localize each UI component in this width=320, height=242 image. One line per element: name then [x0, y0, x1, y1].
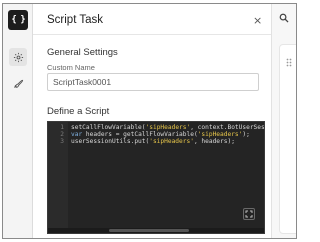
code-token: , headers);: [193, 138, 235, 145]
script-editor[interactable]: 1 setCallFlowVariable('sipHeaders', conte…: [47, 121, 265, 234]
scrollbar-thumb[interactable]: [109, 229, 189, 232]
general-settings-title: General Settings: [47, 47, 118, 58]
app-window: { } Script Task × General Settings Custo…: [2, 3, 297, 239]
header-divider: [33, 34, 271, 35]
canvas-area: [271, 4, 296, 238]
canvas-node-card: [279, 44, 296, 234]
panel-title: Script Task: [47, 14, 104, 26]
app-logo: { }: [8, 10, 28, 30]
code-text: userSessionUtils.put('sipHeaders', heade…: [71, 138, 235, 145]
line-number: 2: [60, 131, 64, 138]
close-icon[interactable]: ×: [253, 14, 262, 27]
define-script-title: Define a Script: [47, 106, 110, 117]
expand-editor-button[interactable]: [243, 208, 255, 220]
code-lines: 1 setCallFlowVariable('sipHeaders', conte…: [48, 124, 264, 145]
script-task-panel: Script Task × General Settings Custom Na…: [33, 4, 271, 238]
custom-name-label: Custom Name: [47, 63, 95, 72]
gear-icon: [13, 52, 23, 62]
rocket-rail-button[interactable]: [9, 74, 27, 92]
code-token: userSessionUtils.put(: [71, 138, 150, 145]
code-token: );: [242, 131, 250, 138]
drag-handle-icon[interactable]: [286, 58, 292, 67]
code-text: var headers = getCallFlowVariable('sipHe…: [71, 131, 250, 138]
code-token: setCallFlowVariable(: [71, 124, 146, 131]
expand-icon: [245, 210, 253, 218]
code-line: 2 var headers = getCallFlowVariable('sipH…: [48, 131, 264, 138]
settings-rail-button[interactable]: [9, 48, 27, 66]
editor-scrollbar[interactable]: [48, 228, 264, 233]
line-number: 1: [60, 124, 64, 131]
line-number: 3: [60, 138, 64, 145]
code-token: headers = getCallFlowVariable(: [82, 131, 198, 138]
code-line: 3 userSessionUtils.put('sipHeaders', head…: [48, 138, 264, 145]
search-icon[interactable]: [279, 13, 289, 23]
code-text: setCallFlowVariable('sipHeaders', contex…: [71, 124, 265, 131]
code-token: 'sipHeaders': [197, 131, 243, 138]
custom-name-input[interactable]: ScriptTask0001: [47, 73, 259, 91]
left-rail: { }: [3, 4, 33, 238]
code-token: var: [71, 131, 83, 138]
code-token: 'sipHeaders': [145, 124, 191, 131]
code-token: 'sipHeaders': [149, 138, 194, 145]
code-line: 1 setCallFlowVariable('sipHeaders', conte…: [48, 124, 264, 131]
rocket-icon: [13, 79, 23, 88]
code-token: , context.BotUserSessi: [190, 124, 265, 131]
